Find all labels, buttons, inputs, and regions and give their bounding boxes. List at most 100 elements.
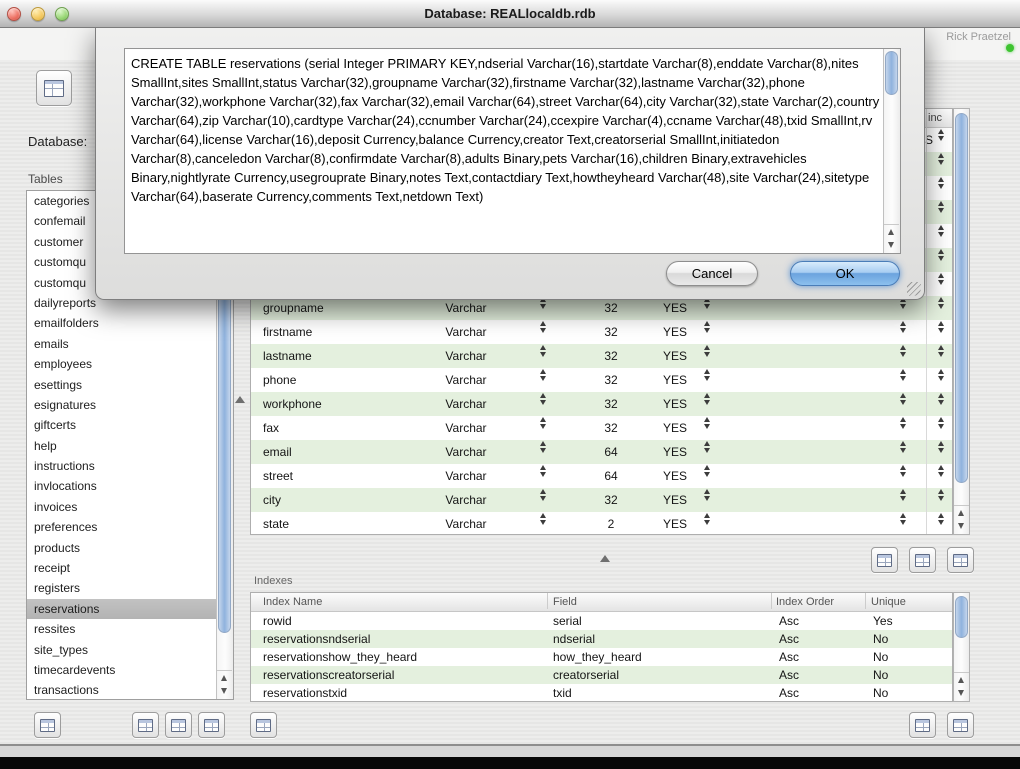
- field-null-cell[interactable]: YES: [651, 368, 699, 392]
- indexes-scrollbar[interactable]: [953, 592, 970, 702]
- field-type-cell[interactable]: Varchar: [411, 320, 521, 344]
- field-type-cell[interactable]: Varchar: [411, 488, 521, 512]
- type-stepper[interactable]: [539, 416, 548, 430]
- field-type-cell[interactable]: Varchar: [411, 368, 521, 392]
- sql-scrollbar[interactable]: [883, 49, 900, 253]
- autoinc-stepper[interactable]: [937, 368, 946, 382]
- autoinc-stepper[interactable]: [937, 440, 946, 454]
- index-row[interactable]: reservationscreatorserial creatorserial As…: [251, 666, 952, 684]
- type-stepper[interactable]: [539, 320, 548, 334]
- sidebar-item-esignatures[interactable]: esignatures: [27, 395, 218, 415]
- autoinc-stepper[interactable]: [937, 224, 946, 238]
- sidebar-item-ressites[interactable]: ressites: [27, 619, 218, 639]
- duplicate-field-button[interactable]: [871, 547, 898, 573]
- column-stepper[interactable]: [899, 416, 908, 430]
- field-null-cell[interactable]: YES: [651, 344, 699, 368]
- sidebar-item-registers[interactable]: registers: [27, 578, 218, 598]
- fields-scrollbar[interactable]: [953, 108, 970, 535]
- add-table-button[interactable]: [34, 712, 61, 738]
- type-stepper[interactable]: [539, 512, 548, 526]
- field-row[interactable]: firstname Varchar 32 YES: [251, 320, 952, 344]
- scroll-up-arrow[interactable]: [217, 670, 232, 684]
- field-row[interactable]: state Varchar 2 YES: [251, 512, 952, 534]
- sidebar-item-products[interactable]: products: [27, 538, 218, 558]
- resize-grip[interactable]: [907, 282, 921, 296]
- field-type-cell[interactable]: Varchar: [411, 392, 521, 416]
- sidebar-item-receipt[interactable]: receipt: [27, 558, 218, 578]
- field-size-cell[interactable]: 32: [571, 392, 651, 416]
- type-stepper[interactable]: [539, 440, 548, 454]
- autoinc-stepper[interactable]: [937, 200, 946, 214]
- type-stepper[interactable]: [539, 488, 548, 502]
- field-row[interactable]: email Varchar 64 YES: [251, 440, 952, 464]
- null-stepper[interactable]: [703, 512, 712, 526]
- sidebar-item-giftcerts[interactable]: giftcerts: [27, 415, 218, 435]
- column-stepper[interactable]: [899, 488, 908, 502]
- field-type-cell[interactable]: Varchar: [411, 344, 521, 368]
- autoinc-stepper[interactable]: [937, 392, 946, 406]
- column-stepper[interactable]: [899, 368, 908, 382]
- autoinc-stepper[interactable]: [937, 320, 946, 334]
- sidebar-item-instructions[interactable]: instructions: [27, 456, 218, 476]
- field-null-cell[interactable]: YES: [651, 512, 699, 534]
- scrollbar-thumb[interactable]: [885, 51, 898, 95]
- field-size-cell[interactable]: 32: [571, 488, 651, 512]
- field-size-cell[interactable]: 32: [571, 320, 651, 344]
- autoinc-stepper[interactable]: [937, 128, 946, 142]
- autoinc-stepper[interactable]: [937, 416, 946, 430]
- sidebar-item-emails[interactable]: emails: [27, 334, 218, 354]
- column-stepper[interactable]: [899, 512, 908, 526]
- field-name-cell[interactable]: workphone: [263, 392, 322, 416]
- sidebar-item-timecardevents[interactable]: timecardevents: [27, 660, 218, 680]
- sidebar-item-employees[interactable]: employees: [27, 354, 218, 374]
- field-size-cell[interactable]: 2: [571, 512, 651, 534]
- scroll-up-arrow[interactable]: [954, 672, 969, 686]
- sql-textarea[interactable]: CREATE TABLE reservations (serial Intege…: [124, 48, 901, 254]
- new-field-button[interactable]: [132, 712, 159, 738]
- field-null-cell[interactable]: YES: [651, 440, 699, 464]
- field-row[interactable]: phone Varchar 32 YES: [251, 368, 952, 392]
- field-null-cell[interactable]: YES: [651, 320, 699, 344]
- show-sql-button[interactable]: [250, 712, 277, 738]
- scroll-down-arrow[interactable]: [954, 686, 969, 700]
- column-stepper[interactable]: [899, 464, 908, 478]
- field-null-cell[interactable]: YES: [651, 464, 699, 488]
- scroll-down-arrow[interactable]: [884, 238, 899, 252]
- remove-index-button[interactable]: [947, 712, 974, 738]
- scroll-down-arrow[interactable]: [217, 684, 232, 698]
- sidebar-item-preferences[interactable]: preferences: [27, 517, 218, 537]
- null-stepper[interactable]: [703, 488, 712, 502]
- sidebar-item-esettings[interactable]: esettings: [27, 375, 218, 395]
- sidebar-item-transactions[interactable]: transactions: [27, 680, 218, 699]
- field-type-cell[interactable]: Varchar: [411, 512, 521, 534]
- autoinc-stepper[interactable]: [937, 512, 946, 526]
- column-stepper[interactable]: [899, 440, 908, 454]
- field-row[interactable]: workphone Varchar 32 YES: [251, 392, 952, 416]
- column-stepper[interactable]: [899, 344, 908, 358]
- type-stepper[interactable]: [539, 344, 548, 358]
- scroll-up-arrow[interactable]: [954, 505, 969, 519]
- autoinc-stepper[interactable]: [937, 344, 946, 358]
- field-type-cell[interactable]: Varchar: [411, 440, 521, 464]
- autoinc-stepper[interactable]: [937, 296, 946, 310]
- sidebar-item-invoices[interactable]: invoices: [27, 497, 218, 517]
- field-row[interactable]: lastname Varchar 32 YES: [251, 344, 952, 368]
- null-stepper[interactable]: [703, 440, 712, 454]
- field-null-cell[interactable]: YES: [651, 488, 699, 512]
- pane-splitter-caret-icon[interactable]: [235, 396, 245, 403]
- autoinc-stepper[interactable]: [937, 488, 946, 502]
- index-row[interactable]: rowid serial Asc Yes: [251, 612, 952, 630]
- sidebar-item-emailfolders[interactable]: emailfolders: [27, 313, 218, 333]
- section-splitter-caret-icon[interactable]: [600, 555, 610, 562]
- field-name-cell[interactable]: street: [263, 464, 293, 488]
- field-size-cell[interactable]: 64: [571, 464, 651, 488]
- cancel-button[interactable]: Cancel: [666, 261, 758, 286]
- field-name-cell[interactable]: state: [263, 512, 289, 534]
- null-stepper[interactable]: [703, 320, 712, 334]
- type-stepper[interactable]: [539, 464, 548, 478]
- scrollbar-thumb[interactable]: [955, 596, 968, 638]
- field-name-cell[interactable]: city: [263, 488, 281, 512]
- remove-field-button[interactable]: [198, 712, 225, 738]
- field-size-cell[interactable]: 64: [571, 440, 651, 464]
- add-field-button[interactable]: [909, 547, 936, 573]
